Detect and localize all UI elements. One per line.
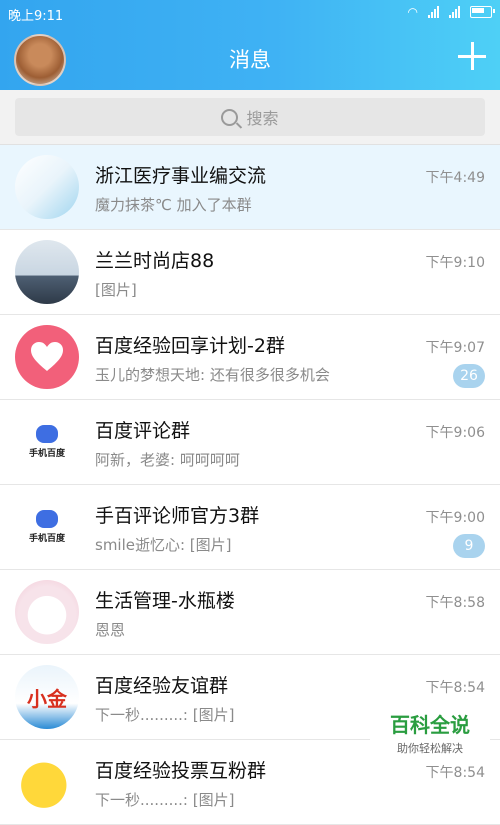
- conversation-preview: 魔力抹茶℃ 加入了本群: [95, 196, 252, 214]
- conversation-time: 下午9:07: [425, 340, 485, 356]
- baidu-avatar-label: 手机百度: [28, 534, 65, 544]
- baidu-avatar-label: 手机百度: [28, 449, 65, 459]
- watermark-title: 百科全说: [390, 713, 470, 737]
- unread-badge: 26: [453, 364, 485, 388]
- conversation-name: 手百评论师官方3群: [95, 505, 260, 527]
- battery-icon: [470, 6, 495, 18]
- plus-icon[interactable]: [458, 42, 486, 70]
- status-icons: ◠: [407, 5, 495, 19]
- conversation-row[interactable]: 手机百度 百度评论群 阿新，老婆: 呵呵呵呵 下午9:06: [0, 400, 500, 485]
- conversation-name: 百度经验友谊群: [95, 675, 229, 697]
- baidu-paw-icon: [36, 425, 58, 443]
- search-input[interactable]: 搜索: [15, 98, 485, 136]
- conversation-time: 下午9:10: [425, 255, 485, 271]
- baidu-logo-avatar: 手机百度: [15, 495, 79, 559]
- conversation-time: 下午9:00: [425, 510, 485, 526]
- status-time: 晚上9:11: [8, 9, 64, 24]
- conversation-time: 下午8:54: [425, 765, 485, 781]
- unread-badge: 9: [453, 534, 485, 558]
- conversation-name: 百度评论群: [95, 420, 191, 442]
- person-avatar: [15, 240, 79, 304]
- conversation-time: 下午8:54: [425, 680, 485, 696]
- conversation-row[interactable]: 生活管理-水瓶楼 恩恩 下午8:58: [0, 570, 500, 655]
- xiao-avatar: 小金: [15, 665, 79, 729]
- conversation-preview: 玉儿的梦想天地: 还有很多很多机会: [95, 366, 330, 384]
- baidu-paw-icon: [36, 510, 58, 528]
- cat-avatar: [15, 580, 79, 644]
- search-placeholder: 搜索: [246, 109, 279, 128]
- chick-avatar: [15, 750, 79, 814]
- conversation-preview: 下一秒.........: [图片]: [95, 791, 235, 809]
- conversation-name: 兰兰时尚店88: [95, 250, 215, 272]
- baidu-logo-avatar: 手机百度: [15, 410, 79, 474]
- page-title: 消息: [229, 48, 271, 72]
- doctor-avatar: [15, 155, 79, 219]
- title-bar: 晚上9:11 ◠ 消息: [0, 0, 500, 90]
- heart-icon: [15, 325, 79, 389]
- wifi-icon: ◠: [407, 5, 418, 19]
- conversation-name: 生活管理-水瓶楼: [95, 590, 235, 612]
- conversation-preview: 恩恩: [95, 621, 126, 639]
- conversation-time: 下午9:06: [425, 425, 485, 441]
- conversation-row[interactable]: 浙江医疗事业编交流 魔力抹茶℃ 加入了本群 下午4:49: [0, 145, 500, 230]
- signal-icon: [428, 6, 439, 18]
- conversation-row[interactable]: 百度经验回享计划-2群 玉儿的梦想天地: 还有很多很多机会 下午9:07 26: [0, 315, 500, 400]
- conversation-row[interactable]: 手机百度 手百评论师官方3群 smile逝忆心: [图片] 下午9:00 9: [0, 485, 500, 570]
- watermark-subtitle: 助你轻松解决: [397, 742, 463, 755]
- watermark: 百科全说 助你轻松解决: [370, 703, 490, 760]
- conversation-row[interactable]: 兰兰时尚店88 [图片] 下午9:10: [0, 230, 500, 315]
- conversation-name: 浙江医疗事业编交流: [95, 165, 267, 187]
- conversation-preview: 下一秒.........: [图片]: [95, 706, 235, 724]
- signal-2-icon: [449, 6, 460, 18]
- conversation-name: 百度经验投票互粉群: [95, 760, 267, 782]
- search-area: 搜索: [0, 90, 500, 145]
- conversation-preview: [图片]: [95, 281, 137, 299]
- conversation-time: 下午8:58: [425, 595, 485, 611]
- conversation-preview: smile逝忆心: [图片]: [95, 536, 232, 554]
- search-icon: [221, 108, 239, 126]
- conversation-time: 下午4:49: [425, 170, 485, 186]
- status-bar: 晚上9:11 ◠: [0, 0, 500, 26]
- conversation-preview: 阿新，老婆: 呵呵呵呵: [95, 451, 240, 469]
- conversation-name: 百度经验回享计划-2群: [95, 335, 285, 357]
